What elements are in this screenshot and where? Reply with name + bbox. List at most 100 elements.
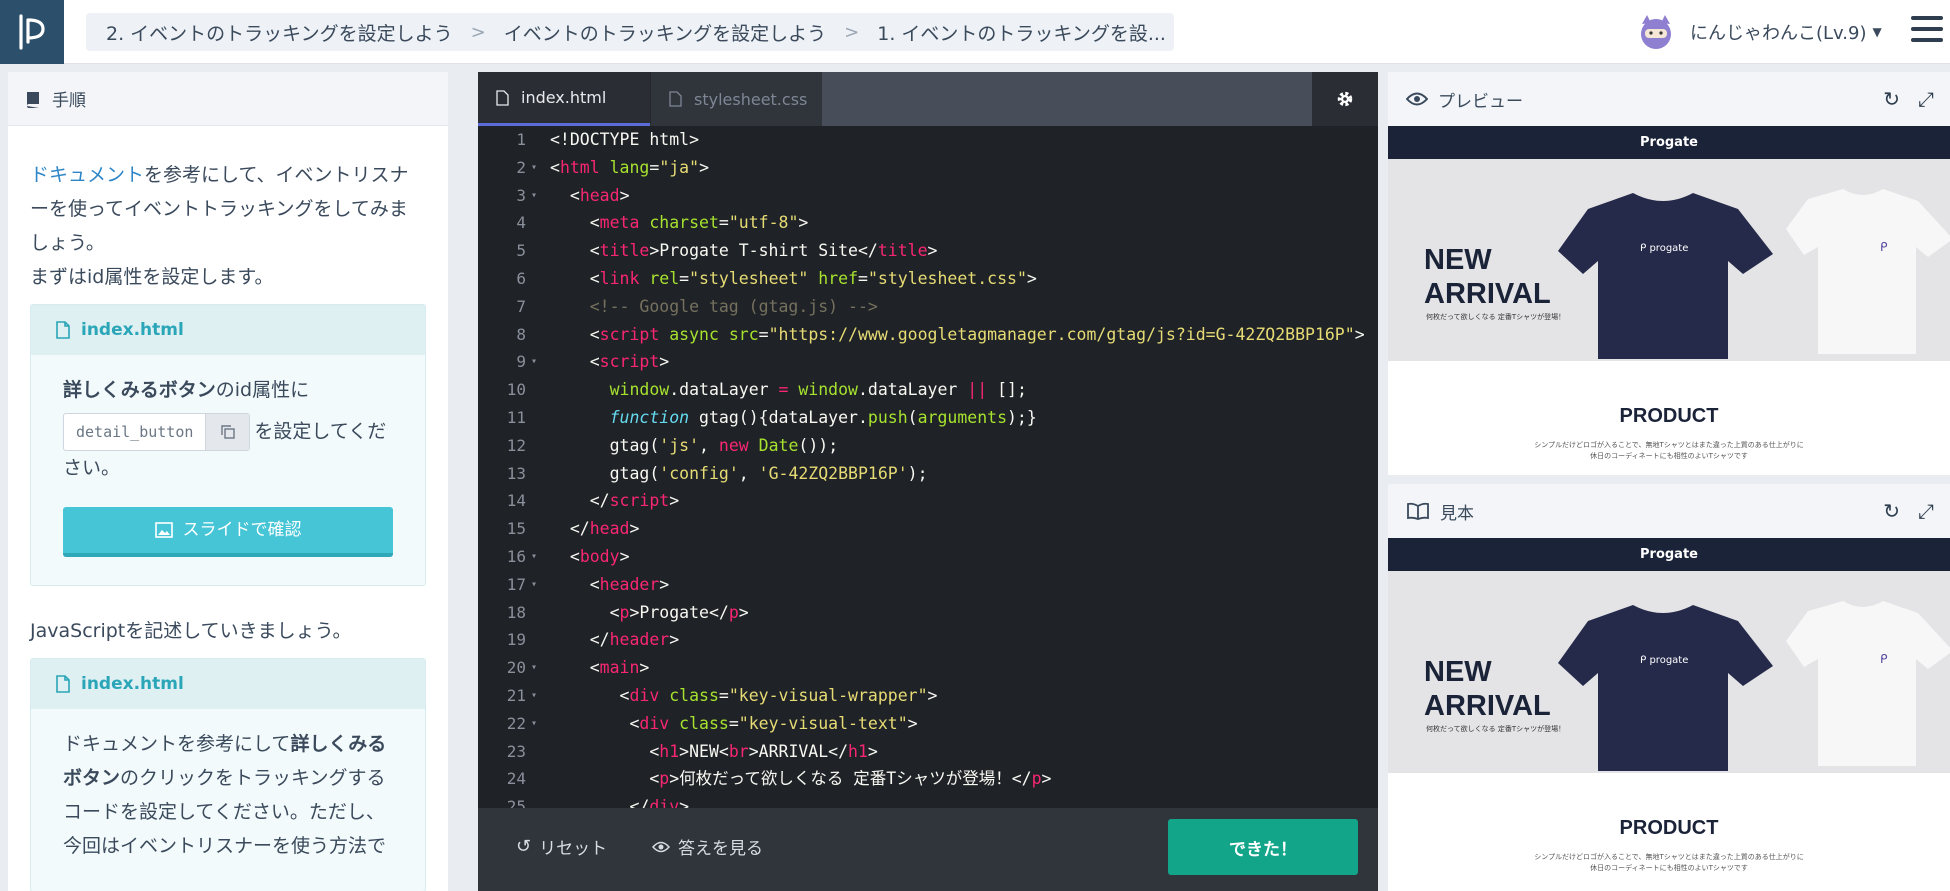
line-number: 21 [506,685,526,705]
refresh-icon[interactable]: ↻ [1883,89,1900,109]
code-text: <html lang="ja"> [550,157,709,177]
task-card-filename: index.html [81,674,184,694]
copy-code-chip[interactable]: detail_button [63,413,251,451]
editor-tab-bar: index.html stylesheet.css [478,72,1378,126]
fold-arrow-icon[interactable]: ▾ [531,682,537,710]
user-menu[interactable]: にんじゃわんこ(Lv.9) ▼ [1636,12,1882,52]
code-line[interactable]: 6 <link rel="stylesheet" href="styleshee… [478,265,1378,293]
breadcrumb-item-section[interactable]: イベントのトラッキングを設定しよう [504,19,826,46]
show-answer-button[interactable]: 答えを見る [652,834,763,859]
fold-arrow-icon[interactable]: ▾ [531,182,537,210]
progate-logo-icon [19,14,45,50]
product-description: シンプルだけどロゴが入ることで、無地Tシャツとはまた違った上質のある仕上がりに … [1534,441,1804,460]
code-line[interactable]: 14 </script> [478,487,1378,515]
instruction-paragraph: ドキュメントを参考にして、イベントリスナーを使ってイベントトラッキングをしてみま… [30,158,426,260]
code-line[interactable]: 24 <p>何枚だって欲しくなる 定番Tシャツが登場！</p> [478,765,1378,793]
tab-label: index.html [521,88,607,107]
breadcrumb-item-current: 1. イベントのトラッキングを設... [877,22,1166,45]
code-line[interactable]: 10 window.dataLayer = window.dataLayer |… [478,376,1378,404]
code-text: <div class="key-visual-wrapper"> [550,685,938,705]
code-line[interactable]: 8 <script async src="https://www.googlet… [478,321,1378,349]
site-nav: Progate [1388,538,1950,571]
copy-icon[interactable] [205,414,250,450]
hero-subtitle: 何枚だって欲しくなる 定番Tシャツが登場！ [1426,725,1566,733]
code-line[interactable]: 7 <!-- Google tag (gtag.js) --> [478,293,1378,321]
tshirts-image: ᑭ progate ᑭ [1558,189,1950,359]
code-line[interactable]: 5 <title>Progate T-shirt Site</title> [478,237,1378,265]
gear-icon[interactable] [1312,72,1378,126]
code-line[interactable]: 16 ▾ <body> [478,543,1378,571]
fold-arrow-icon[interactable]: ▾ [531,654,537,682]
code-line[interactable]: 20 ▾ <main> [478,654,1378,682]
code-line[interactable]: 1 <!DOCTYPE html> [478,126,1378,154]
code-text: <!DOCTYPE html> [550,130,700,149]
fold-arrow-icon[interactable]: ▾ [531,710,537,738]
show-answer-label: 答えを見る [678,839,763,859]
line-number: 2 [516,157,526,177]
code-line[interactable]: 4 <meta charset="utf-8"> [478,209,1378,237]
fold-arrow-icon[interactable]: ▾ [531,154,537,182]
refresh-icon[interactable]: ↻ [1883,501,1900,521]
open-book-icon [1407,502,1429,520]
expand-icon[interactable]: ⤢ [1918,89,1934,109]
code-line[interactable]: 19 </header> [478,626,1378,654]
slide-confirm-button[interactable]: スライドで確認 [63,507,393,557]
line-number: 4 [516,213,526,233]
instruction-text: まずはid属性を設定します。 [30,266,274,288]
file-icon [56,321,70,339]
code-line[interactable]: 18 <p>Progate</p> [478,599,1378,627]
hamburger-menu-icon[interactable] [1911,16,1943,46]
code-line[interactable]: 25 </div> [478,793,1378,808]
hero-title: NEW ARRIVAL [1424,656,1551,722]
breadcrumb-item-chapter[interactable]: 2. イベントのトラッキングを設定しよう [106,19,453,46]
fold-arrow-icon[interactable]: ▾ [531,348,537,376]
task-card-body: ドキュメントを参考にして詳しくみるボタンのクリックをトラッキングするコードを設定… [31,709,425,891]
line-number: 19 [506,630,526,650]
code-line[interactable]: 3 ▾ <head> [478,182,1378,210]
code-line[interactable]: 11 function gtag(){dataLayer.push(argume… [478,404,1378,432]
instructions-header: 手順 [8,72,448,126]
image-icon [154,522,173,538]
line-number: 13 [506,463,526,483]
code-line[interactable]: 23 <h1>NEW<br>ARRIVAL</h1> [478,738,1378,766]
code-line[interactable]: 13 gtag('config', 'G-42ZQ2BBP16P'); [478,460,1378,488]
tab-index-html[interactable]: index.html [478,72,650,126]
code-area[interactable]: 1 <!DOCTYPE html> 2 ▾ <html lang="ja"> 3 ▾ <he… [478,126,1378,808]
top-bar: 2. イベントのトラッキングを設定しよう > イベントのトラッキングを設定しよう… [0,0,1950,64]
code-line[interactable]: 15 </head> [478,515,1378,543]
progate-logo[interactable] [0,0,64,64]
instruction-text: JavaScriptを記述していきましょう。 [30,620,352,642]
fold-arrow-icon[interactable]: ▾ [531,543,537,571]
code-text: gtag('config', 'G-42ZQ2BBP16P'); [550,463,928,483]
code-text: <script> [550,352,670,372]
code-text: <div class="key-visual-text"> [550,713,918,733]
task-card-header: index.html [31,305,425,355]
expand-icon[interactable]: ⤢ [1918,501,1934,521]
preview-title: プレビュー [1438,91,1523,112]
code-text: <link rel="stylesheet" href="stylesheet.… [550,268,1037,288]
code-text: <script async src="https://www.googletag… [550,324,1365,344]
reset-button[interactable]: ↺ リセット [516,834,607,859]
code-line[interactable]: 21 ▾ <div class="key-visual-wrapper"> [478,682,1378,710]
book-icon [27,91,39,108]
line-number: 18 [506,602,526,622]
document-link[interactable]: ドキュメント [30,164,144,186]
code-text: <head> [550,185,630,205]
code-line[interactable]: 2 ▾ <html lang="ja"> [478,154,1378,182]
tab-stylesheet-css[interactable]: stylesheet.css [650,72,822,126]
user-name: にんじゃわんこ(Lv.9) [1690,23,1867,44]
code-line[interactable]: 9 ▾ <script> [478,348,1378,376]
code-text: </script> [550,491,680,511]
line-number: 1 [516,130,526,149]
line-number: 16 [506,546,526,566]
sample-title: 見本 [1440,503,1474,524]
breadcrumb-separator: > [470,21,486,43]
done-button[interactable]: できた！ [1168,819,1358,875]
instructions-title: 手順 [52,91,86,111]
code-line[interactable]: 22 ▾ <div class="key-visual-text"> [478,710,1378,738]
code-line[interactable]: 17 ▾ <header> [478,571,1378,599]
line-number: 17 [506,574,526,594]
task-text: のid属性に [215,379,310,401]
code-line[interactable]: 12 gtag('js', new Date()); [478,432,1378,460]
fold-arrow-icon[interactable]: ▾ [531,571,537,599]
